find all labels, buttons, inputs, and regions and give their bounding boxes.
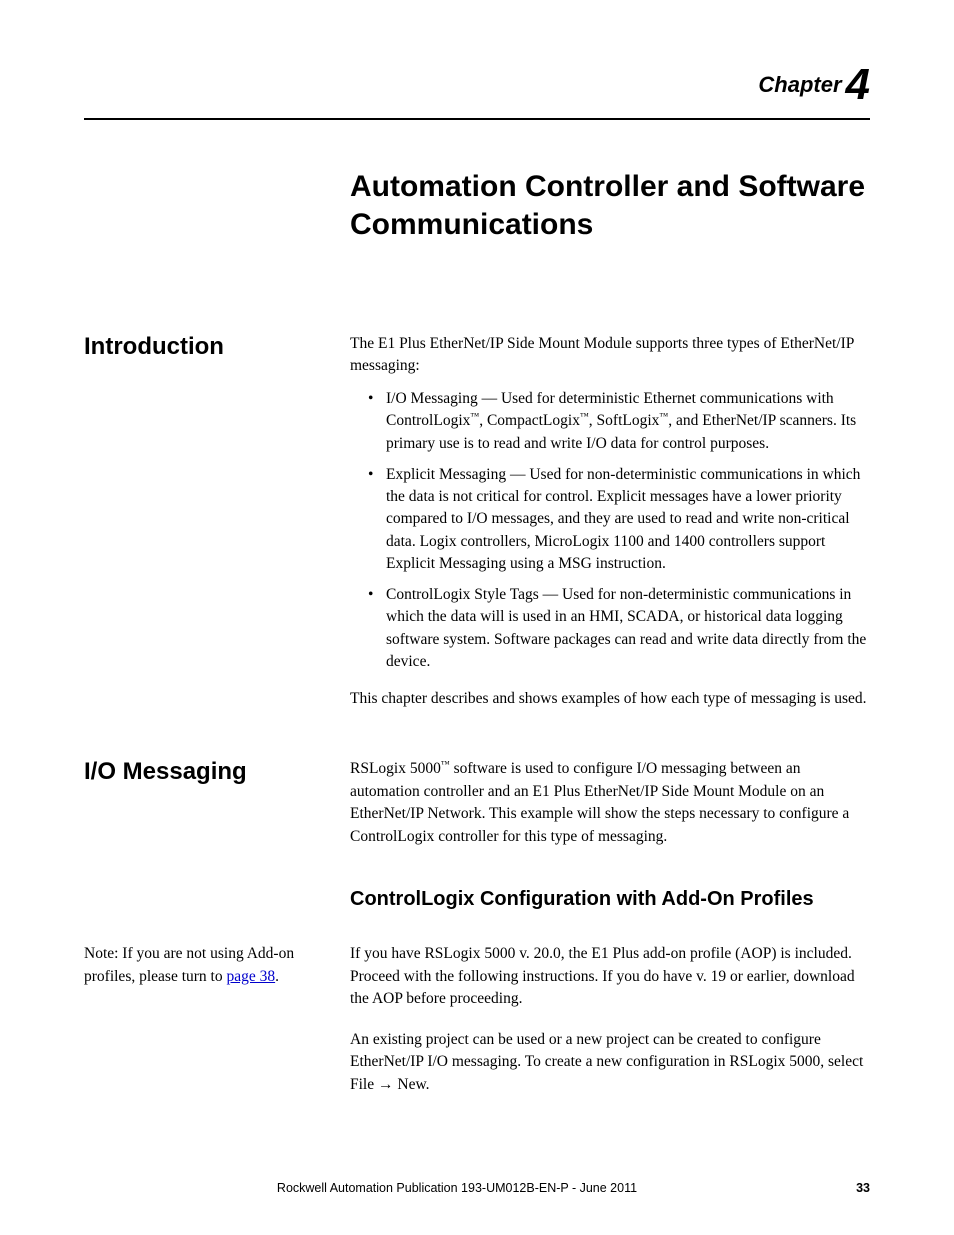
- intro-bullet-2: Explicit Messaging — Used for non-determ…: [350, 464, 870, 576]
- bullet-1-text-b: , CompactLogix: [479, 413, 580, 430]
- intro-bullet-list: I/O Messaging — Used for deterministic E…: [350, 388, 870, 674]
- aop-paragraph-2: An existing project can be used or a new…: [350, 1029, 870, 1096]
- io-messaging-heading: I/O Messaging: [84, 758, 350, 787]
- page-title: Automation Controller and Software Commu…: [350, 168, 870, 243]
- page-footer: Rockwell Automation Publication 193-UM01…: [84, 1181, 870, 1195]
- section-io-messaging: I/O Messaging RSLogix 5000™ software is …: [84, 758, 870, 943]
- io-paragraph-1: RSLogix 5000™ software is used to config…: [350, 758, 870, 848]
- intro-paragraph-1: The E1 Plus EtherNet/IP Side Mount Modul…: [350, 333, 870, 378]
- footer-page-number: 33: [830, 1181, 870, 1195]
- controllogix-subheading: ControlLogix Configuration with Add-On P…: [350, 888, 870, 911]
- intro-bullet-3: ControlLogix Style Tags — Used for non-d…: [350, 584, 870, 674]
- trademark-symbol: ™: [580, 411, 589, 421]
- intro-paragraph-2: This chapter describes and shows example…: [350, 688, 870, 710]
- trademark-symbol: ™: [659, 411, 668, 421]
- addon-note: Note: If you are not using Add-on profil…: [84, 943, 350, 988]
- trademark-symbol: ™: [441, 759, 450, 769]
- introduction-heading: Introduction: [84, 333, 350, 362]
- chapter-label: Chapter: [758, 72, 841, 97]
- trademark-symbol: ™: [470, 411, 479, 421]
- header-rule: [84, 118, 870, 120]
- note-post: .: [275, 968, 279, 985]
- bullet-1-text-c: , SoftLogix: [589, 413, 660, 430]
- chapter-header: Chapter4: [84, 60, 870, 110]
- section-aop-note: Note: If you are not using Add-on profil…: [84, 943, 870, 1096]
- footer-publication: Rockwell Automation Publication 193-UM01…: [84, 1181, 830, 1195]
- section-introduction: Introduction The E1 Plus EtherNet/IP Sid…: [84, 333, 870, 710]
- title-row: Automation Controller and Software Commu…: [84, 168, 870, 333]
- chapter-number: 4: [846, 60, 870, 109]
- aop-paragraph-1: If you have RSLogix 5000 v. 20.0, the E1…: [350, 943, 870, 1010]
- intro-bullet-1: I/O Messaging — Used for deterministic E…: [350, 388, 870, 456]
- arrow-icon: →: [378, 1076, 394, 1093]
- aop-p2-b: New.: [394, 1076, 430, 1093]
- io-p1-pre: RSLogix 5000: [350, 760, 441, 777]
- page-38-link[interactable]: page 38: [226, 968, 275, 985]
